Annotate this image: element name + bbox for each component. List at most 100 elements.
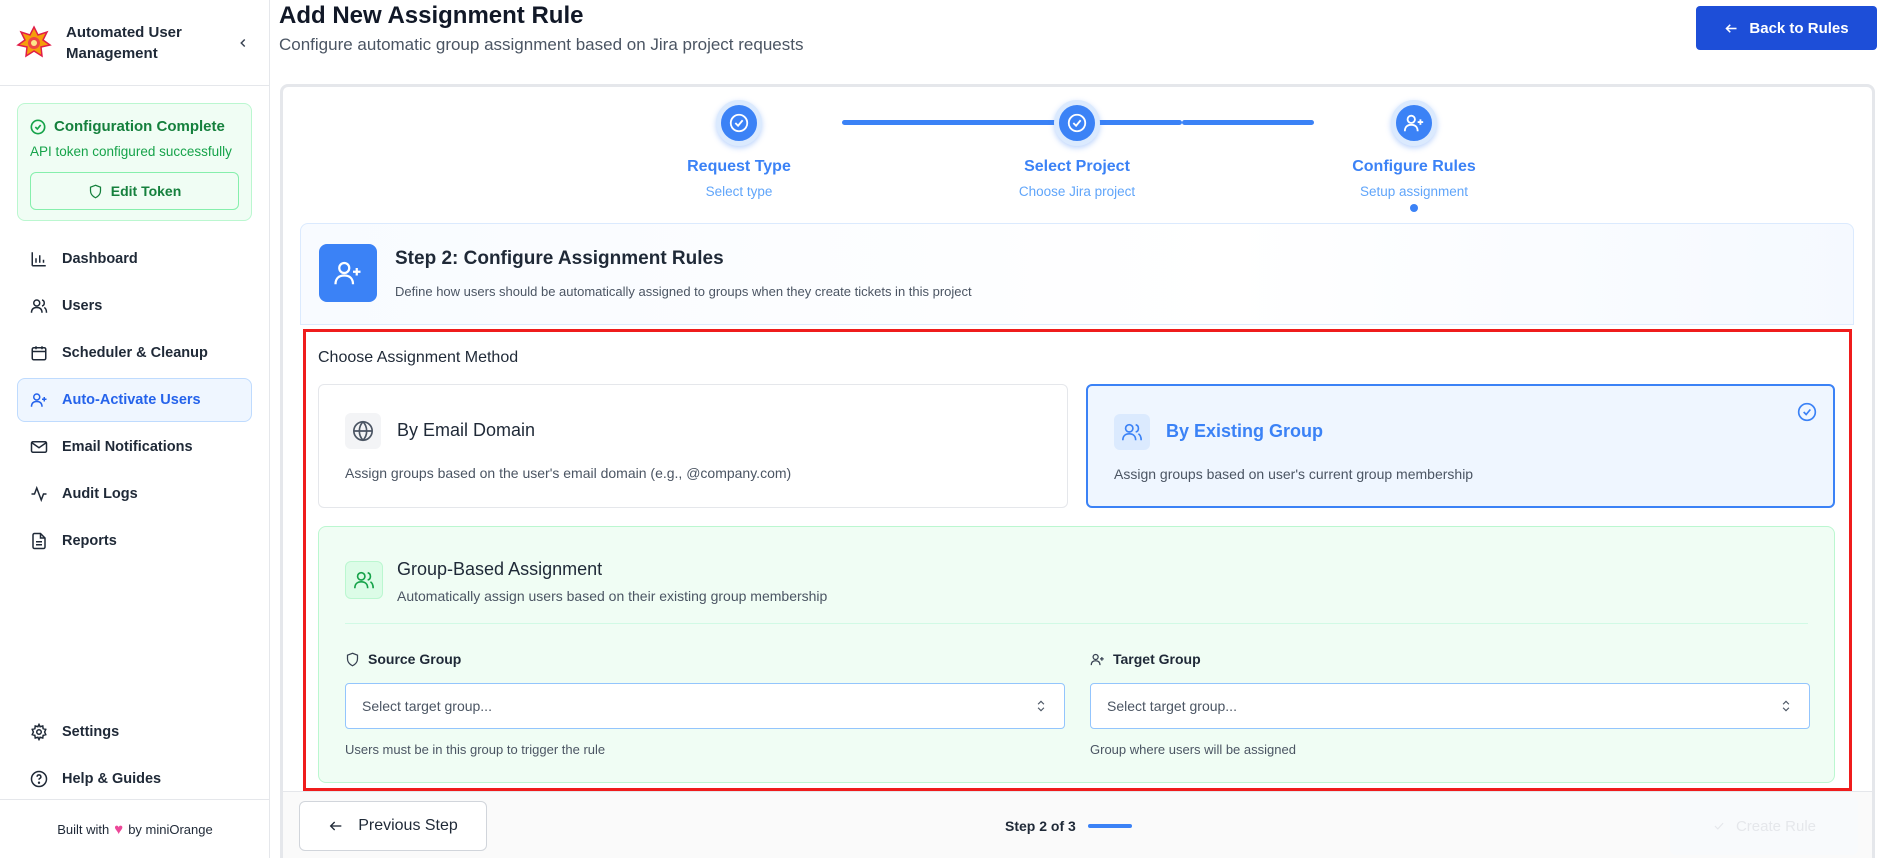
create-rule-button[interactable]: Create Rule [1670,797,1858,855]
source-group-placeholder: Select target group... [362,698,492,714]
users-icon [30,299,48,313]
step-sub: Choose Jira project [1018,184,1136,199]
sidebar-footer: Built with ♥ by miniOrange [0,799,270,858]
source-group-help: Users must be in this group to trigger t… [345,742,606,757]
step-card-description: Define how users should be automatically… [395,284,972,299]
target-group-label: Target Group [1090,651,1201,667]
page-title: Add New Assignment Rule [279,2,584,29]
edit-token-button[interactable]: Edit Token [30,172,239,210]
sidebar-item-help[interactable]: Help & Guides [17,757,252,801]
arrow-left-icon [329,821,342,831]
previous-step-label: Previous Step [358,817,458,834]
miniorange-logo-icon [16,24,52,57]
divider [345,623,1808,624]
footer-suffix: by miniOrange [128,821,213,837]
progress-bar [1087,824,1132,828]
method-description: Assign groups based on the user's email … [345,465,792,481]
group-based-assignment-section: Group-Based Assignment Automatically ass… [318,526,1835,783]
step-configure-rules[interactable]: Configure Rules Setup assignment [1314,100,1514,212]
sidebar-item-settings[interactable]: Settings [17,710,252,754]
assignment-subtitle: Automatically assign users based on thei… [397,588,828,604]
sidebar-item-audit-logs[interactable]: Audit Logs [17,472,252,516]
step-card-title: Step 2: Configure Assignment Rules [395,248,724,269]
users-icon [1122,423,1142,441]
stepper-line-2 [1182,120,1314,125]
users-icon [354,571,374,589]
user-plus-icon [1403,114,1424,132]
step-sub: Select type [705,184,773,199]
sidebar-item-label: Help & Guides [62,771,162,787]
sidebar-item-label: Scheduler & Cleanup [62,345,208,361]
selected-check-icon [1797,402,1817,422]
target-group-select[interactable]: Select target group... [1090,683,1810,729]
globe-icon [353,420,373,442]
method-description: Assign groups based on user's current gr… [1114,466,1474,482]
help-circle-icon [30,770,48,788]
method-by-existing-group[interactable]: By Existing Group Assign groups based on… [1086,384,1835,508]
sidebar-item-label: Email Notifications [62,439,193,455]
method-title: By Existing Group [1166,421,1324,441]
sidebar-item-label: Auto-Activate Users [62,392,201,408]
chevron-up-down-icon [1782,700,1790,712]
step-select-project[interactable]: Select Project Choose Jira project [977,100,1177,199]
file-text-icon [32,532,46,550]
config-title: Configuration Complete [54,118,225,135]
back-to-rules-label: Back to Rules [1749,19,1849,37]
step-count-text: Step 2 of 3 [1005,818,1076,834]
footer-prefix: Built with [57,821,110,837]
brand-header: Automated User Management [0,0,269,86]
wizard-footer: Previous Step Step 2 of 3 Create Rule [283,791,1872,858]
sidebar-item-reports[interactable]: Reports [17,519,252,563]
step-label: Select Project [1024,158,1130,175]
step-sub: Setup assignment [1359,184,1469,199]
sidebar-item-scheduler[interactable]: Scheduler & Cleanup [17,331,252,375]
configuration-status-card: Configuration Complete API token configu… [17,103,252,221]
check-circle-icon [729,113,749,133]
config-subtitle: API token configured successfully [30,144,232,159]
sidebar-item-dashboard[interactable]: Dashboard [17,237,252,281]
brand-name: Automated User Management [66,23,182,62]
step-progress: Step 2 of 3 [1005,818,1132,834]
activity-icon [31,485,47,503]
sidebar-item-auto-activate-users[interactable]: Auto-Activate Users [17,378,252,422]
sidebar-item-label: Dashboard [62,251,138,267]
arrow-left-icon [1725,23,1737,33]
sidebar-nav: Dashboard Users Scheduler & Cleanup Auto… [17,237,252,566]
back-to-rules-button[interactable]: Back to Rules [1696,6,1877,50]
calendar-icon [31,346,47,361]
assignment-method-title: Choose Assignment Method [318,349,519,366]
target-group-help: Group where users will be assigned [1090,742,1296,757]
collapse-sidebar-button[interactable] [233,33,253,53]
previous-step-button[interactable]: Previous Step [299,801,487,851]
step-header-card: Step 2: Configure Assignment Rules Defin… [300,223,1854,325]
chevron-up-down-icon [1037,700,1045,712]
target-group-placeholder: Select target group... [1107,698,1237,714]
assignment-title: Group-Based Assignment [397,559,603,579]
source-group-select[interactable]: Select target group... [345,683,1065,729]
sidebar-item-email-notifications[interactable]: Email Notifications [17,425,252,469]
step-label: Request Type [687,158,791,175]
user-plus-icon [30,393,47,407]
edit-token-label: Edit Token [110,183,182,199]
check-circle-icon [1067,113,1087,133]
heart-icon: ♥ [114,820,124,838]
shield-icon [346,652,359,666]
page-subtitle: Configure automatic group assignment bas… [279,35,804,54]
current-step-indicator [1410,204,1418,212]
bar-chart-icon [31,252,46,267]
gear-icon [31,723,47,741]
method-by-email-domain[interactable]: By Email Domain Assign groups based on t… [318,384,1068,508]
shield-icon [89,184,101,198]
sidebar-nav-bottom: Settings Help & Guides [17,710,252,804]
create-rule-label: Create Rule [1735,817,1817,835]
sidebar-item-label: Users [62,298,103,314]
sidebar-item-users[interactable]: Users [17,284,252,328]
check-circle-icon [30,119,46,134]
source-group-label: Source Group [345,651,461,667]
step-label: Configure Rules [1352,158,1476,175]
sidebar-item-label: Settings [62,724,120,740]
sidebar: Automated User Management Configuration … [0,0,270,858]
step-request-type[interactable]: Request Type Select type [639,100,839,199]
check-icon [1714,822,1724,830]
user-plus-icon [334,261,361,285]
